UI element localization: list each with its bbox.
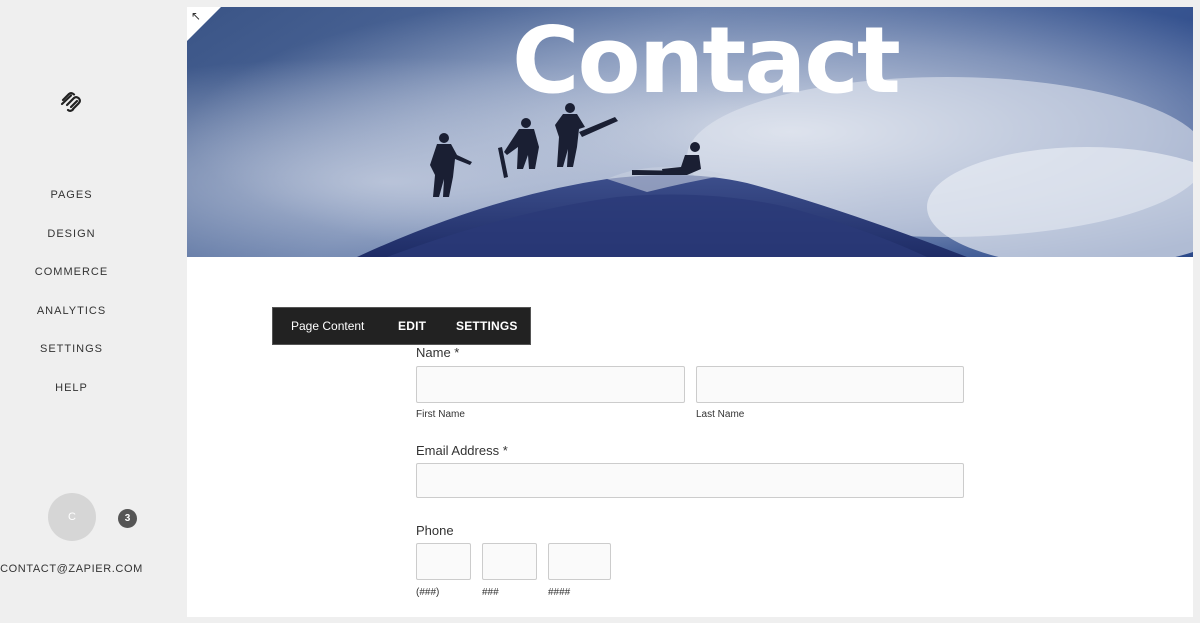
phone-area-code-sublabel: (###) (416, 587, 440, 598)
phone-label: Phone (416, 523, 454, 538)
nav-item-settings[interactable]: SETTINGS (0, 343, 143, 382)
nav-item-pages[interactable]: PAGES (0, 189, 143, 228)
squarespace-logo-icon[interactable] (59, 91, 83, 113)
email-input[interactable] (416, 463, 964, 498)
settings-button[interactable]: SETTINGS (444, 319, 518, 333)
notification-badge[interactable]: 3 (118, 509, 137, 528)
phone-prefix-sublabel: ### (482, 587, 499, 598)
avatar[interactable]: C (48, 493, 96, 541)
page-title: Contact (512, 7, 901, 114)
nav-item-help[interactable]: HELP (0, 382, 143, 421)
nav-item-commerce[interactable]: COMMERCE (0, 266, 143, 305)
last-name-sublabel: Last Name (696, 409, 745, 420)
phone-area-code-input[interactable] (416, 543, 471, 580)
nav-item-design[interactable]: DESIGN (0, 228, 143, 267)
nav-item-analytics[interactable]: ANALYTICS (0, 305, 143, 344)
sidebar-nav: PAGES DESIGN COMMERCE ANALYTICS SETTINGS… (0, 189, 143, 420)
page-content-toolbar: Page Content EDIT SETTINGS (272, 307, 531, 345)
banner-image: Contact ↖ (187, 7, 1193, 257)
toolbar-label: Page Content (291, 319, 365, 333)
first-name-input[interactable] (416, 366, 685, 403)
last-name-input[interactable] (696, 366, 964, 403)
phone-line-number-input[interactable] (548, 543, 611, 580)
sidebar: PAGES DESIGN COMMERCE ANALYTICS SETTINGS… (0, 0, 187, 623)
name-label: Name * (416, 345, 460, 360)
first-name-sublabel: First Name (416, 409, 465, 420)
phone-prefix-input[interactable] (482, 543, 537, 580)
expand-arrow-icon[interactable]: ↖ (191, 10, 201, 22)
account-email[interactable]: CONTACT@ZAPIER.COM (0, 563, 143, 575)
edit-button[interactable]: EDIT (381, 319, 444, 333)
phone-line-number-sublabel: #### (548, 587, 571, 598)
page-preview: Contact ↖ Page Content EDIT SETTINGS Nam… (187, 7, 1193, 617)
email-label: Email Address * (416, 443, 508, 458)
